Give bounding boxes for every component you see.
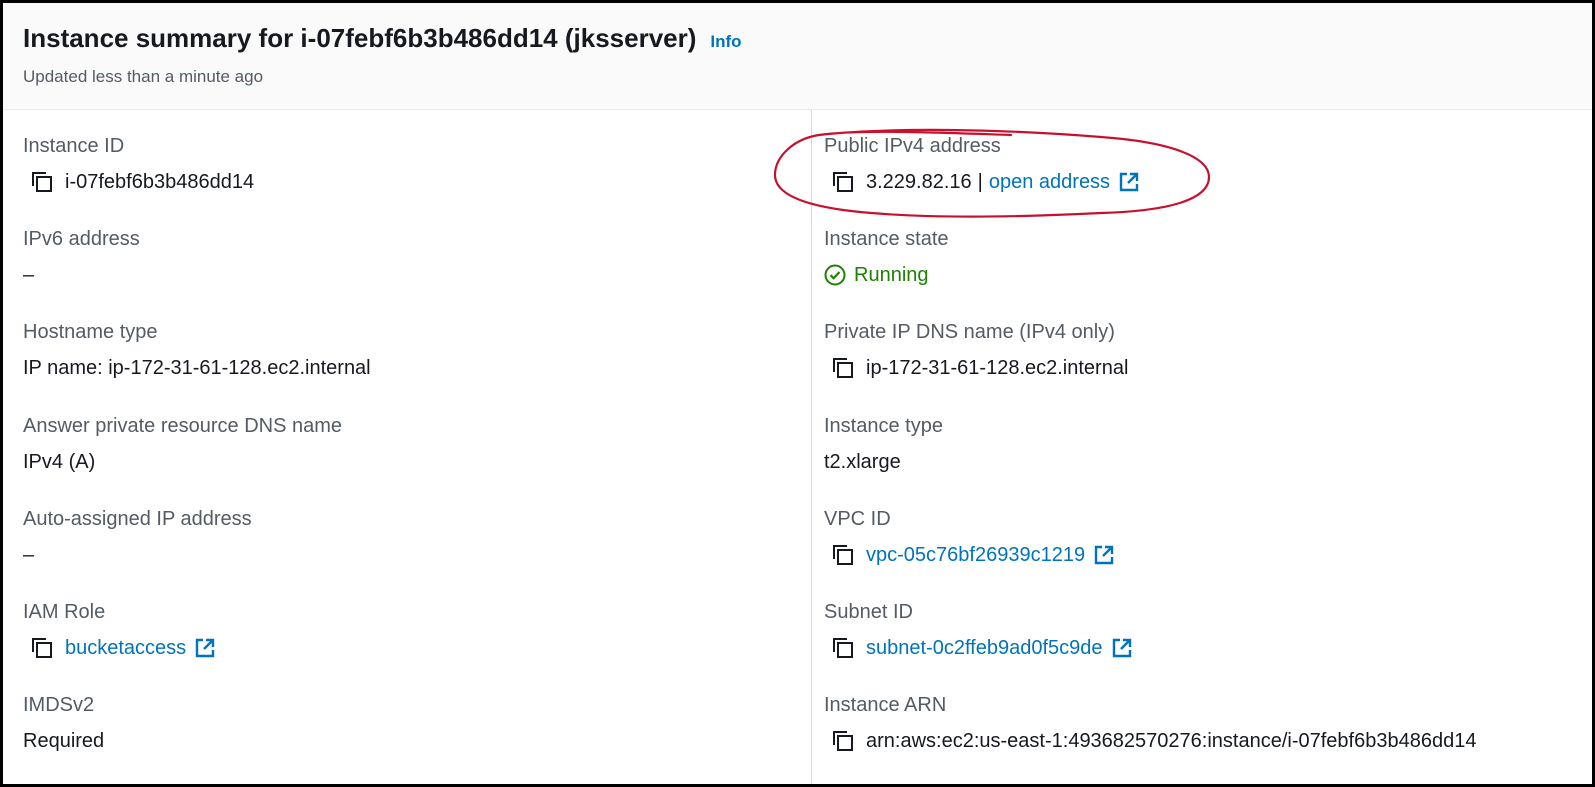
- field-subnet-id: Subnet ID subnet-0c2ffeb9ad0f5c9de: [824, 601, 1133, 660]
- field-label: Instance state: [824, 228, 949, 250]
- field-label: Subnet ID: [824, 601, 913, 623]
- field-label: Auto-assigned IP address: [23, 508, 252, 530]
- field-value-row: subnet-0c2ffeb9ad0f5c9de: [824, 636, 1133, 660]
- field-label: IPv6 address: [23, 228, 140, 250]
- field-label: Instance ID: [23, 135, 125, 157]
- instance-arn-value: arn:aws:ec2:us-east-1:493682570276:insta…: [866, 729, 1477, 752]
- copy-icon[interactable]: [830, 635, 856, 661]
- page-title: Instance summary for i-07febf6b3b486dd14…: [23, 23, 697, 53]
- updated-status: Updated less than a minute ago: [23, 67, 264, 86]
- column-divider: [811, 110, 812, 784]
- panel-header: Instance summary for i-07febf6b3b486dd14…: [3, 3, 1592, 110]
- field-vpc-id: VPC ID vpc-05c76bf26939c1219: [824, 508, 1115, 567]
- field-label: Instance type: [824, 415, 943, 437]
- field-label: IAM Role: [23, 601, 106, 623]
- hostname-type-value: IP name: ip-172-31-61-128.ec2.internal: [23, 356, 371, 379]
- private-dns-value: ip-172-31-61-128.ec2.internal: [866, 356, 1129, 379]
- field-label: Private IP DNS name (IPv4 only): [824, 321, 1115, 343]
- field-value-row: Running: [824, 263, 949, 287]
- ipv6-value: –: [23, 263, 35, 286]
- open-address-link[interactable]: open address: [989, 171, 1110, 194]
- field-value-row: vpc-05c76bf26939c1219: [824, 543, 1115, 567]
- field-hostname-type: Hostname type IP name: ip-172-31-61-128.…: [23, 321, 371, 380]
- field-instance-id: Instance ID i-07febf6b3b486dd14: [23, 135, 254, 194]
- field-answer-dns: Answer private resource DNS name IPv4 (A…: [23, 415, 342, 474]
- field-value-row: arn:aws:ec2:us-east-1:493682570276:insta…: [824, 729, 1476, 753]
- copy-icon[interactable]: [830, 542, 856, 568]
- field-label: Answer private resource DNS name: [23, 415, 343, 437]
- field-value-row: ip-172-31-61-128.ec2.internal: [824, 356, 1128, 380]
- field-auto-ip: Auto-assigned IP address –: [23, 508, 252, 567]
- external-link-icon[interactable]: [1118, 171, 1140, 193]
- info-link[interactable]: Info: [710, 32, 741, 52]
- instance-id-value: i-07febf6b3b486dd14: [65, 170, 255, 193]
- iam-role-link[interactable]: bucketaccess: [65, 637, 186, 660]
- copy-icon[interactable]: [830, 169, 856, 195]
- copy-icon[interactable]: [29, 635, 55, 661]
- separator: |: [977, 170, 983, 193]
- copy-icon[interactable]: [29, 169, 55, 195]
- external-link-icon[interactable]: [1111, 637, 1133, 659]
- field-label: IMDSv2: [23, 694, 95, 716]
- field-iam-role: IAM Role bucketaccess: [23, 601, 216, 660]
- instance-summary-panel: Instance summary for i-07febf6b3b486dd14…: [0, 0, 1595, 787]
- field-imdsv2: IMDSv2 Required: [23, 694, 104, 753]
- copy-icon[interactable]: [830, 355, 856, 381]
- public-ipv4-value: 3.229.82.16: [866, 170, 972, 193]
- copy-icon[interactable]: [830, 728, 856, 754]
- subnet-id-link[interactable]: subnet-0c2ffeb9ad0f5c9de: [866, 637, 1103, 660]
- field-value-row: i-07febf6b3b486dd14: [23, 170, 254, 194]
- field-private-dns: Private IP DNS name (IPv4 only) ip-172-3…: [824, 321, 1128, 380]
- check-circle-icon: [824, 264, 846, 286]
- field-instance-type: Instance type t2.xlarge: [824, 415, 943, 474]
- instance-state-value: Running: [854, 263, 929, 286]
- external-link-icon[interactable]: [1093, 544, 1115, 566]
- auto-ip-value: –: [23, 543, 35, 566]
- vpc-id-link[interactable]: vpc-05c76bf26939c1219: [866, 544, 1085, 567]
- field-value-row: 3.229.82.16 | open address: [824, 170, 1140, 194]
- field-instance-state: Instance state Running: [824, 228, 949, 287]
- field-instance-arn: Instance ARN arn:aws:ec2:us-east-1:49368…: [824, 694, 1476, 753]
- field-label: Hostname type: [23, 321, 158, 343]
- answer-dns-value: IPv4 (A): [23, 450, 96, 473]
- field-label: Instance ARN: [824, 694, 947, 716]
- field-value-row: bucketaccess: [23, 636, 216, 660]
- external-link-icon[interactable]: [194, 637, 216, 659]
- field-ipv6: IPv6 address –: [23, 228, 140, 287]
- imdsv2-value: Required: [23, 729, 105, 752]
- field-label: VPC ID: [824, 508, 891, 530]
- instance-type-value: t2.xlarge: [824, 450, 901, 473]
- field-public-ipv4: Public IPv4 address 3.229.82.16 | open a…: [824, 135, 1140, 194]
- field-label: Public IPv4 address: [824, 135, 1001, 157]
- title-row: Instance summary for i-07febf6b3b486dd14…: [23, 23, 742, 54]
